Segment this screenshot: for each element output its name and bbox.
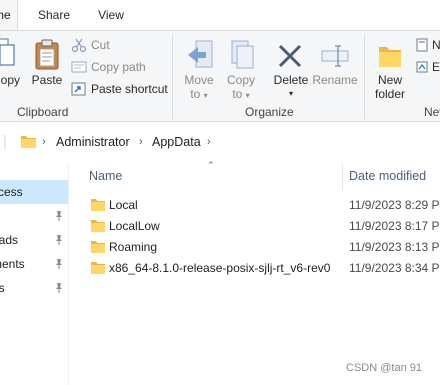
paste-shortcut-icon bbox=[71, 82, 86, 96]
new-item-icon bbox=[416, 38, 428, 52]
ribbon: opy Paste Cut Copy path Paste shortcut C… bbox=[0, 30, 440, 122]
pin-icon[interactable] bbox=[54, 258, 64, 270]
delete-x-icon bbox=[278, 44, 302, 68]
column-header: ⌃ Name Date modified bbox=[80, 160, 440, 190]
paste-shortcut-button[interactable]: Paste shortcut bbox=[71, 79, 168, 99]
folder-icon bbox=[91, 262, 105, 274]
breadcrumb-administrator[interactable]: Administrator bbox=[56, 127, 130, 157]
folder-icon bbox=[91, 199, 105, 211]
file-row[interactable]: x86_64-8.1.0-release-posix-sjlj-rt_v6-re… bbox=[80, 258, 440, 279]
organize-group-label: Organize bbox=[245, 105, 294, 119]
file-date: 11/9/2023 8:13 PM bbox=[349, 240, 440, 254]
pin-icon[interactable] bbox=[54, 282, 64, 294]
column-name[interactable]: Name bbox=[89, 169, 122, 183]
file-name: Roaming bbox=[109, 240, 158, 254]
nav-item-pictures[interactable]: es bbox=[0, 276, 68, 300]
file-date: 11/9/2023 8:29 PM bbox=[349, 198, 440, 212]
tab-view[interactable]: View bbox=[93, 0, 129, 30]
nav-item-downloads[interactable]: oads bbox=[0, 228, 68, 252]
copy-to-icon bbox=[231, 40, 254, 69]
new-group-label: New bbox=[424, 105, 440, 119]
copy-icon bbox=[0, 38, 15, 66]
nav-item-documents[interactable]: ments bbox=[0, 252, 68, 276]
folder-icon bbox=[21, 136, 36, 148]
column-divider[interactable] bbox=[342, 164, 343, 190]
copy-button[interactable]: opy bbox=[0, 37, 20, 101]
breadcrumb-appdata[interactable]: AppData bbox=[152, 127, 201, 157]
pin-icon[interactable] bbox=[54, 210, 64, 222]
tab-share[interactable]: Share bbox=[33, 0, 75, 30]
scissors-icon bbox=[71, 38, 87, 52]
clipboard-icon bbox=[35, 39, 59, 70]
breadcrumb-chevron[interactable]: › bbox=[139, 127, 143, 157]
rename-icon bbox=[321, 45, 349, 67]
new-folder-button[interactable]: New folder bbox=[370, 37, 410, 103]
group-separator bbox=[364, 35, 365, 119]
file-date: 11/9/2023 8:34 PM bbox=[349, 261, 440, 275]
file-row[interactable]: Local 11/9/2023 8:29 PM bbox=[80, 195, 440, 216]
ribbon-tabs: me Share View bbox=[0, 0, 440, 30]
breadcrumb-chevron[interactable]: › bbox=[42, 127, 46, 157]
new-item-button[interactable]: N bbox=[416, 35, 440, 55]
move-to-icon bbox=[188, 40, 213, 68]
copy-to-button[interactable]: Copy to ▾ bbox=[222, 37, 260, 103]
file-row[interactable]: Roaming 11/9/2023 8:13 PM bbox=[80, 237, 440, 258]
watermark: CSDN @tan 91 bbox=[346, 362, 422, 374]
pane-divider[interactable] bbox=[68, 164, 69, 385]
tab-home[interactable]: me bbox=[0, 0, 18, 30]
copy-path-icon bbox=[71, 61, 87, 73]
clipboard-group-label: Clipboard bbox=[17, 105, 69, 119]
delete-button[interactable]: Delete ▾ bbox=[270, 37, 312, 103]
address-bar[interactable]: › Administrator › AppData › bbox=[0, 127, 440, 157]
nav-item-desktop[interactable]: p bbox=[0, 204, 68, 228]
copy-path-button[interactable]: Copy path bbox=[71, 57, 146, 77]
easy-access-button[interactable]: E bbox=[416, 57, 440, 77]
move-to-button[interactable]: Move to ▾ bbox=[180, 37, 218, 103]
file-date: 11/9/2023 8:17 PM bbox=[349, 219, 440, 233]
breadcrumb-chevron[interactable]: › bbox=[207, 127, 211, 157]
file-name: x86_64-8.1.0-release-posix-sjlj-rt_v6-re… bbox=[109, 261, 331, 275]
sort-ascending-icon: ⌃ bbox=[207, 160, 215, 170]
navigation-pane: ccess p oads ments es e bbox=[0, 164, 68, 385]
pin-icon[interactable] bbox=[54, 234, 64, 246]
folder-icon bbox=[91, 220, 105, 232]
nav-item-quick-access[interactable]: ccess bbox=[0, 180, 68, 204]
cut-button[interactable]: Cut bbox=[71, 35, 110, 55]
folder-icon bbox=[91, 241, 105, 253]
file-row[interactable]: LocalLow 11/9/2023 8:17 PM bbox=[80, 216, 440, 237]
file-name: Local bbox=[109, 198, 138, 212]
easy-access-icon bbox=[416, 61, 428, 73]
new-folder-icon bbox=[379, 47, 401, 67]
rename-button[interactable]: Rename bbox=[312, 37, 358, 103]
file-name: LocalLow bbox=[109, 219, 160, 233]
group-separator bbox=[172, 35, 173, 119]
paste-button[interactable]: Paste bbox=[30, 37, 64, 101]
recent-locations-icon[interactable] bbox=[4, 135, 14, 149]
column-date-modified[interactable]: Date modified bbox=[349, 169, 426, 183]
nav-item-onedrive[interactable]: e bbox=[0, 308, 68, 332]
